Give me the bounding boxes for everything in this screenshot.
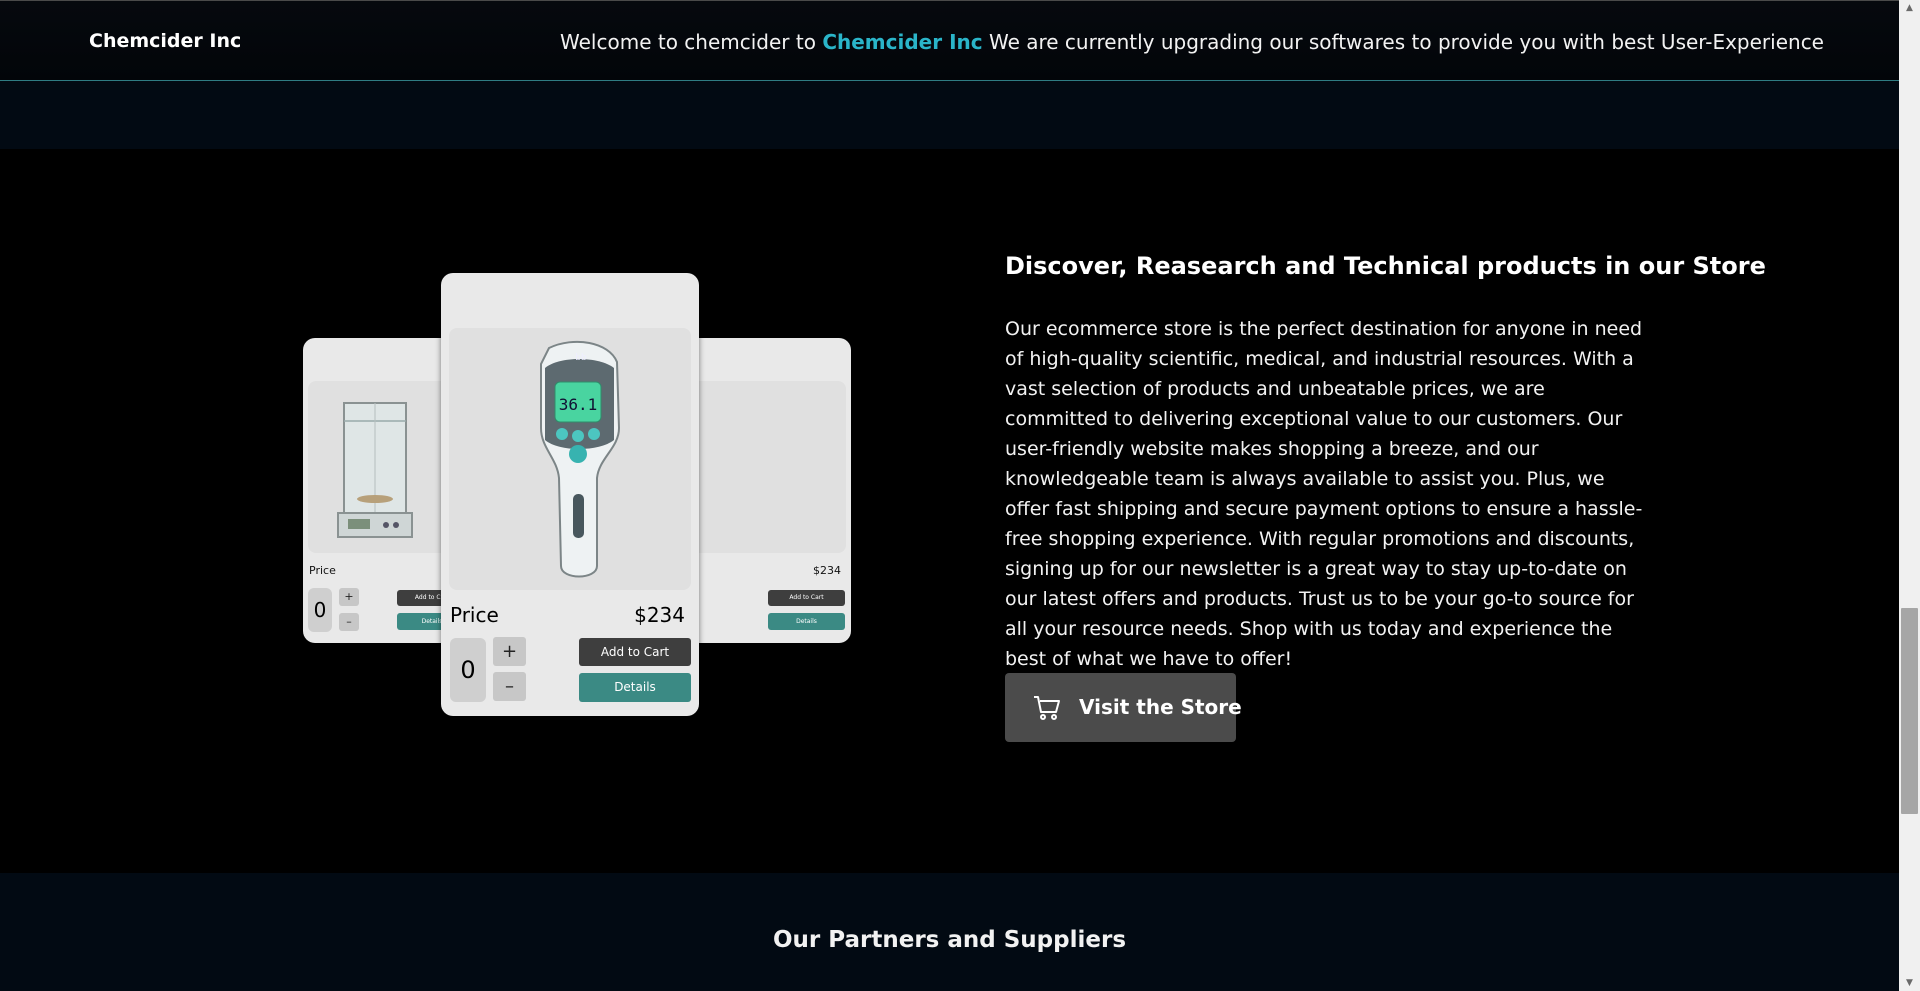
- visit-store-label: Visit the Store: [1079, 695, 1242, 719]
- ticker-suffix: We are currently upgrading our softwares…: [988, 30, 1824, 54]
- scroll-down-icon[interactable]: ▼: [1903, 977, 1916, 989]
- quantity-display: 0: [450, 638, 486, 702]
- shopping-cart-icon: [1033, 695, 1061, 725]
- decrement-button[interactable]: –: [493, 672, 526, 701]
- top-navbar: Chemcider Inc Welcome to chemcider to Ch…: [0, 0, 1899, 81]
- store-heading: Discover, Reasearch and Technical produc…: [1005, 252, 1766, 280]
- announcement-ticker: Welcome to chemcider to Chemcider Inc We…: [560, 30, 1824, 54]
- price-label: Price: [450, 603, 499, 627]
- details-button[interactable]: Details: [579, 673, 691, 702]
- quantity-display: 0: [308, 588, 332, 632]
- add-to-cart-button[interactable]: Add to Cart: [768, 590, 845, 606]
- store-description: Our ecommerce store is the perfect desti…: [1005, 318, 1643, 670]
- page-scrollbar[interactable]: ▲ ▼: [1899, 0, 1920, 991]
- increment-button[interactable]: +: [493, 637, 526, 666]
- price-label: Price: [309, 564, 336, 577]
- product-card-featured[interactable]: 36.1 bb Price $234 0 + – Add to Cart Det…: [441, 273, 699, 716]
- product-image-featured: 36.1 bb: [449, 328, 691, 590]
- svg-text:36.1: 36.1: [559, 395, 598, 414]
- infrared-thermometer-icon: 36.1 bb: [540, 340, 621, 578]
- ticker-brand-highlight: Chemcider Inc: [822, 30, 983, 54]
- scrollbar-thumb[interactable]: [1901, 608, 1918, 814]
- details-button[interactable]: Details: [768, 613, 845, 630]
- visit-store-button[interactable]: Visit the Store: [1005, 673, 1242, 742]
- price-value: $234: [813, 564, 841, 577]
- decrement-button[interactable]: –: [339, 613, 359, 631]
- section-divider-top: [0, 81, 1899, 149]
- partners-title: Our Partners and Suppliers: [772, 927, 1127, 953]
- brand-logo-text[interactable]: Chemcider Inc: [89, 30, 241, 52]
- scroll-up-icon[interactable]: ▲: [1903, 2, 1916, 14]
- ticker-prefix: Welcome to chemcider to: [560, 30, 816, 54]
- increment-button[interactable]: +: [339, 588, 359, 606]
- price-value: $234: [634, 603, 685, 627]
- svg-text:bb: bb: [575, 353, 587, 363]
- add-to-cart-button[interactable]: Add to Cart: [579, 638, 691, 666]
